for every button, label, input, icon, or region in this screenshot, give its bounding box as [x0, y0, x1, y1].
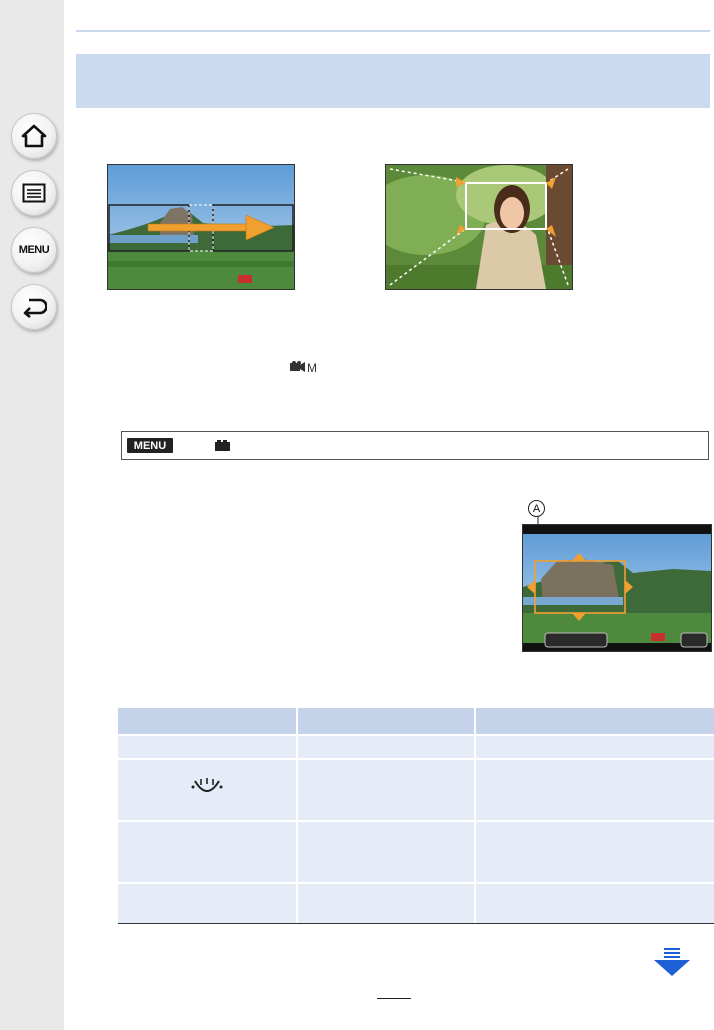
table-cell — [297, 882, 476, 923]
table-cell — [297, 734, 476, 759]
face-detection-icon — [191, 777, 223, 792]
back-button[interactable] — [11, 284, 57, 330]
table-cell — [118, 758, 298, 821]
table-cell — [297, 758, 476, 821]
header-rule — [76, 30, 710, 32]
table-row — [118, 882, 714, 923]
table-cell — [475, 758, 714, 821]
page-number-underline — [377, 998, 411, 999]
menu-path-bar: MENU — [121, 431, 709, 460]
home-icon — [21, 124, 47, 148]
menu-button[interactable]: MENU — [11, 227, 57, 273]
zoom-example-photo — [385, 164, 573, 290]
table-header-row — [118, 708, 714, 735]
table-header-cell — [297, 708, 476, 735]
table-row — [118, 758, 714, 821]
callout-marker-a: A — [528, 500, 545, 517]
table-row — [118, 734, 714, 759]
section-title-band — [76, 54, 710, 108]
table-cell — [475, 734, 714, 759]
table-cell — [475, 820, 714, 883]
motion-picture-icon — [215, 440, 230, 451]
next-page-arrow-icon[interactable] — [654, 948, 690, 976]
menu-label: MENU — [18, 244, 50, 256]
pan-example-photo — [107, 164, 295, 290]
options-table — [118, 708, 714, 923]
table-header-cell — [118, 708, 298, 735]
home-button[interactable] — [11, 113, 57, 159]
svg-text:M: M — [307, 361, 317, 374]
table-bottom-rule — [118, 923, 714, 924]
list-icon — [22, 183, 46, 203]
table-row — [118, 820, 714, 883]
table-header-cell — [475, 708, 714, 735]
table-cell — [118, 734, 298, 759]
table-cell — [475, 882, 714, 923]
table-cell — [118, 882, 298, 923]
menu-badge: MENU — [127, 438, 173, 453]
contents-button[interactable] — [11, 170, 57, 216]
table-cell — [297, 820, 476, 883]
camera-preview-screen — [522, 524, 712, 652]
table-cell — [118, 820, 298, 883]
return-arrow-icon — [23, 298, 47, 318]
creative-video-mode-icon: M — [290, 361, 317, 374]
